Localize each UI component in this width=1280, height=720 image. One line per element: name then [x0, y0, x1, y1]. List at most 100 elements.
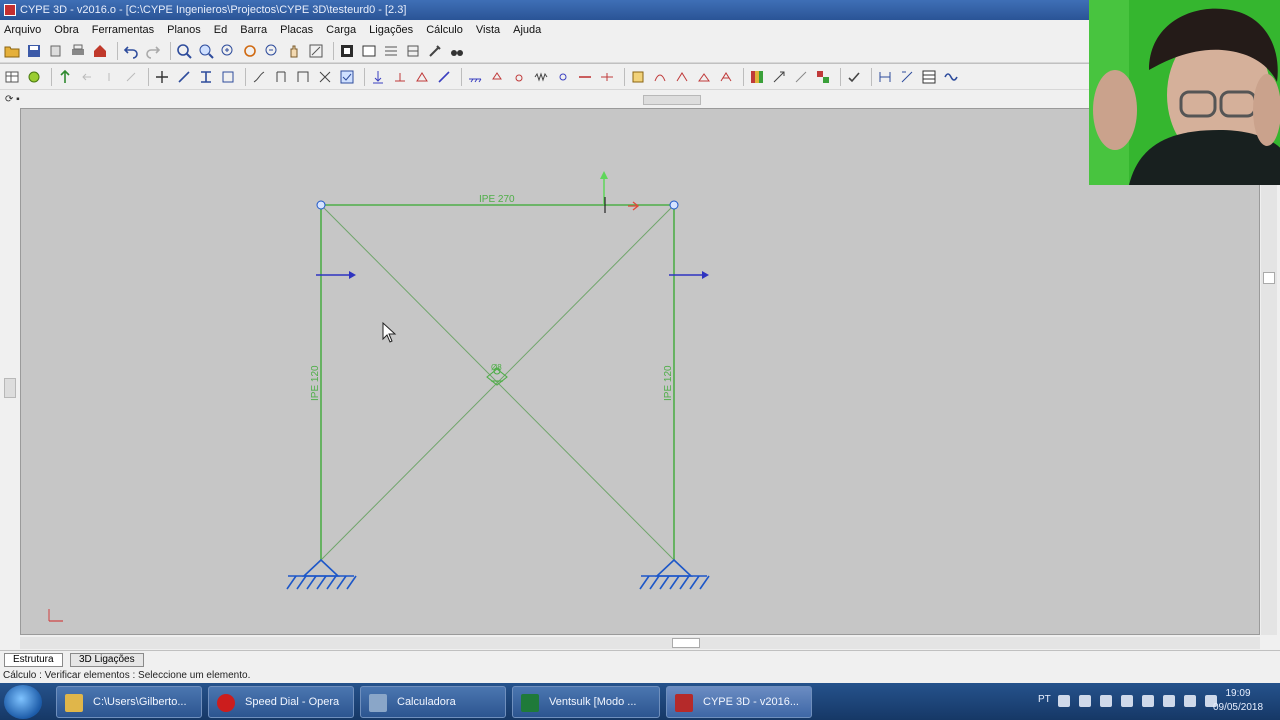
menu-ed[interactable]: Ed	[214, 24, 227, 36]
print-icon[interactable]	[69, 42, 87, 60]
structure-canvas[interactable]: IPE 270 IPE 120 IPE 120 Ø8	[20, 108, 1260, 635]
redo-icon[interactable]	[144, 42, 162, 60]
fixed-support-right-icon[interactable]	[639, 558, 710, 590]
dimension-icon[interactable]	[876, 68, 894, 86]
volume-icon[interactable]	[1184, 695, 1196, 707]
support-fixed-icon[interactable]	[466, 68, 484, 86]
language-indicator[interactable]: PT	[1038, 694, 1051, 705]
load-bar-icon[interactable]	[391, 68, 409, 86]
diagram-axial-icon[interactable]	[717, 68, 735, 86]
menu-barra[interactable]: Barra	[240, 24, 267, 36]
menu-ligacoes[interactable]: Ligações	[369, 24, 413, 36]
menu-ajuda[interactable]: Ajuda	[513, 24, 541, 36]
menu-vista[interactable]: Vista	[476, 24, 500, 36]
zoom-window-icon[interactable]	[197, 42, 215, 60]
menu-obra[interactable]: Obra	[54, 24, 78, 36]
vertical-scroll-thumb[interactable]	[1263, 272, 1275, 284]
zoom-in-icon[interactable]	[219, 42, 237, 60]
menu-placas[interactable]: Placas	[280, 24, 313, 36]
assign-profile-icon[interactable]	[219, 68, 237, 86]
diagram-shear-icon[interactable]	[695, 68, 713, 86]
utilisation-icon[interactable]	[792, 68, 810, 86]
frame-icon[interactable]	[294, 68, 312, 86]
move-icon[interactable]	[153, 68, 171, 86]
taskbar-item-explorer[interactable]: C:\Users\Gilberto...	[56, 686, 202, 718]
bar-describe-icon[interactable]	[175, 68, 193, 86]
top-splitter-handle[interactable]	[643, 95, 701, 105]
binoculars-icon[interactable]	[448, 42, 466, 60]
load-arrow-right-icon[interactable]	[669, 271, 709, 279]
new-node-icon[interactable]	[56, 68, 74, 86]
menu-calculo[interactable]: Cálculo	[426, 24, 463, 36]
arrow-up-icon[interactable]	[100, 68, 118, 86]
node-top-left[interactable]	[316, 200, 326, 210]
redraw-icon[interactable]	[307, 42, 325, 60]
load-node-icon[interactable]	[369, 68, 387, 86]
flag-icon[interactable]	[1121, 695, 1133, 707]
describe-icon[interactable]	[25, 68, 43, 86]
support-roller-icon[interactable]	[510, 68, 528, 86]
undo-icon[interactable]	[122, 42, 140, 60]
table-icon[interactable]	[920, 68, 938, 86]
buckling-icon[interactable]	[250, 68, 268, 86]
horizontal-scrollbar[interactable]	[20, 637, 1260, 649]
shield-icon[interactable]	[1142, 695, 1154, 707]
arrow-diag-icon[interactable]	[122, 68, 140, 86]
layers-icon[interactable]	[404, 42, 422, 60]
view-options-icon[interactable]: ⟳ ▪	[5, 94, 20, 105]
vertical-scrollbar[interactable]	[1261, 108, 1277, 635]
column-group-icon[interactable]	[272, 68, 290, 86]
network-icon[interactable]	[1100, 695, 1112, 707]
open-folder-icon[interactable]	[3, 42, 21, 60]
menu-ferramentas[interactable]: Ferramentas	[92, 24, 154, 36]
diagram-moment-icon[interactable]	[673, 68, 691, 86]
tab-3d-ligacoes[interactable]: 3D Ligações	[70, 653, 144, 667]
load-panel-icon[interactable]	[435, 68, 453, 86]
connection-icon[interactable]	[629, 68, 647, 86]
rigid-link-icon[interactable]	[598, 68, 616, 86]
copy-icon[interactable]	[47, 42, 65, 60]
view-3d-icon[interactable]	[338, 42, 356, 60]
left-splitter-handle[interactable]	[4, 378, 16, 398]
home-icon[interactable]	[91, 42, 109, 60]
taskbar-item-opera[interactable]: Speed Dial - Opera	[208, 686, 354, 718]
taskbar-item-calculator[interactable]: Calculadora	[360, 686, 506, 718]
taskbar-item-cype[interactable]: CYPE 3D - v2016...	[666, 686, 812, 718]
taskbar-item-excel[interactable]: Ventsulk [Modo ...	[512, 686, 660, 718]
section-icon[interactable]	[898, 68, 916, 86]
zoom-out-icon[interactable]	[263, 42, 281, 60]
menu-arquivo[interactable]: Arquivo	[4, 24, 41, 36]
node-top-right[interactable]	[669, 200, 679, 210]
support-pinned-icon[interactable]	[488, 68, 506, 86]
results-icon[interactable]	[814, 68, 832, 86]
save-icon[interactable]	[25, 42, 43, 60]
load-triangle-icon[interactable]	[413, 68, 431, 86]
zoom-extents-icon[interactable]	[175, 42, 193, 60]
check-bars-icon[interactable]	[338, 68, 356, 86]
check-icon[interactable]	[845, 68, 863, 86]
horizontal-scroll-thumb[interactable]	[672, 638, 700, 648]
load-arrow-left-icon[interactable]	[316, 271, 356, 279]
menu-planos[interactable]: Planos	[167, 24, 201, 36]
fixed-support-left-icon[interactable]	[286, 558, 357, 590]
pan-hand-icon[interactable]	[285, 42, 303, 60]
grid-icon[interactable]	[382, 42, 400, 60]
brace-icon[interactable]	[316, 68, 334, 86]
hinge-icon[interactable]	[576, 68, 594, 86]
colour-scale-icon[interactable]	[748, 68, 766, 86]
start-button[interactable]	[4, 685, 42, 719]
rotate-view-icon[interactable]	[241, 42, 259, 60]
arrow-left-icon[interactable]	[78, 68, 96, 86]
wave-icon[interactable]	[942, 68, 960, 86]
bluetooth-icon[interactable]	[1163, 695, 1175, 707]
view-window-icon[interactable]	[360, 42, 378, 60]
deformed-icon[interactable]	[651, 68, 669, 86]
node-table-icon[interactable]	[3, 68, 21, 86]
show-hidden-icon[interactable]	[1079, 695, 1091, 707]
tools-icon[interactable]	[426, 42, 444, 60]
keyboard-icon[interactable]	[1058, 695, 1070, 707]
clock[interactable]: 19:09 09/05/2018	[1208, 687, 1268, 715]
tab-estrutura[interactable]: Estrutura	[4, 653, 63, 667]
menu-carga[interactable]: Carga	[326, 24, 356, 36]
stress-icon[interactable]	[770, 68, 788, 86]
